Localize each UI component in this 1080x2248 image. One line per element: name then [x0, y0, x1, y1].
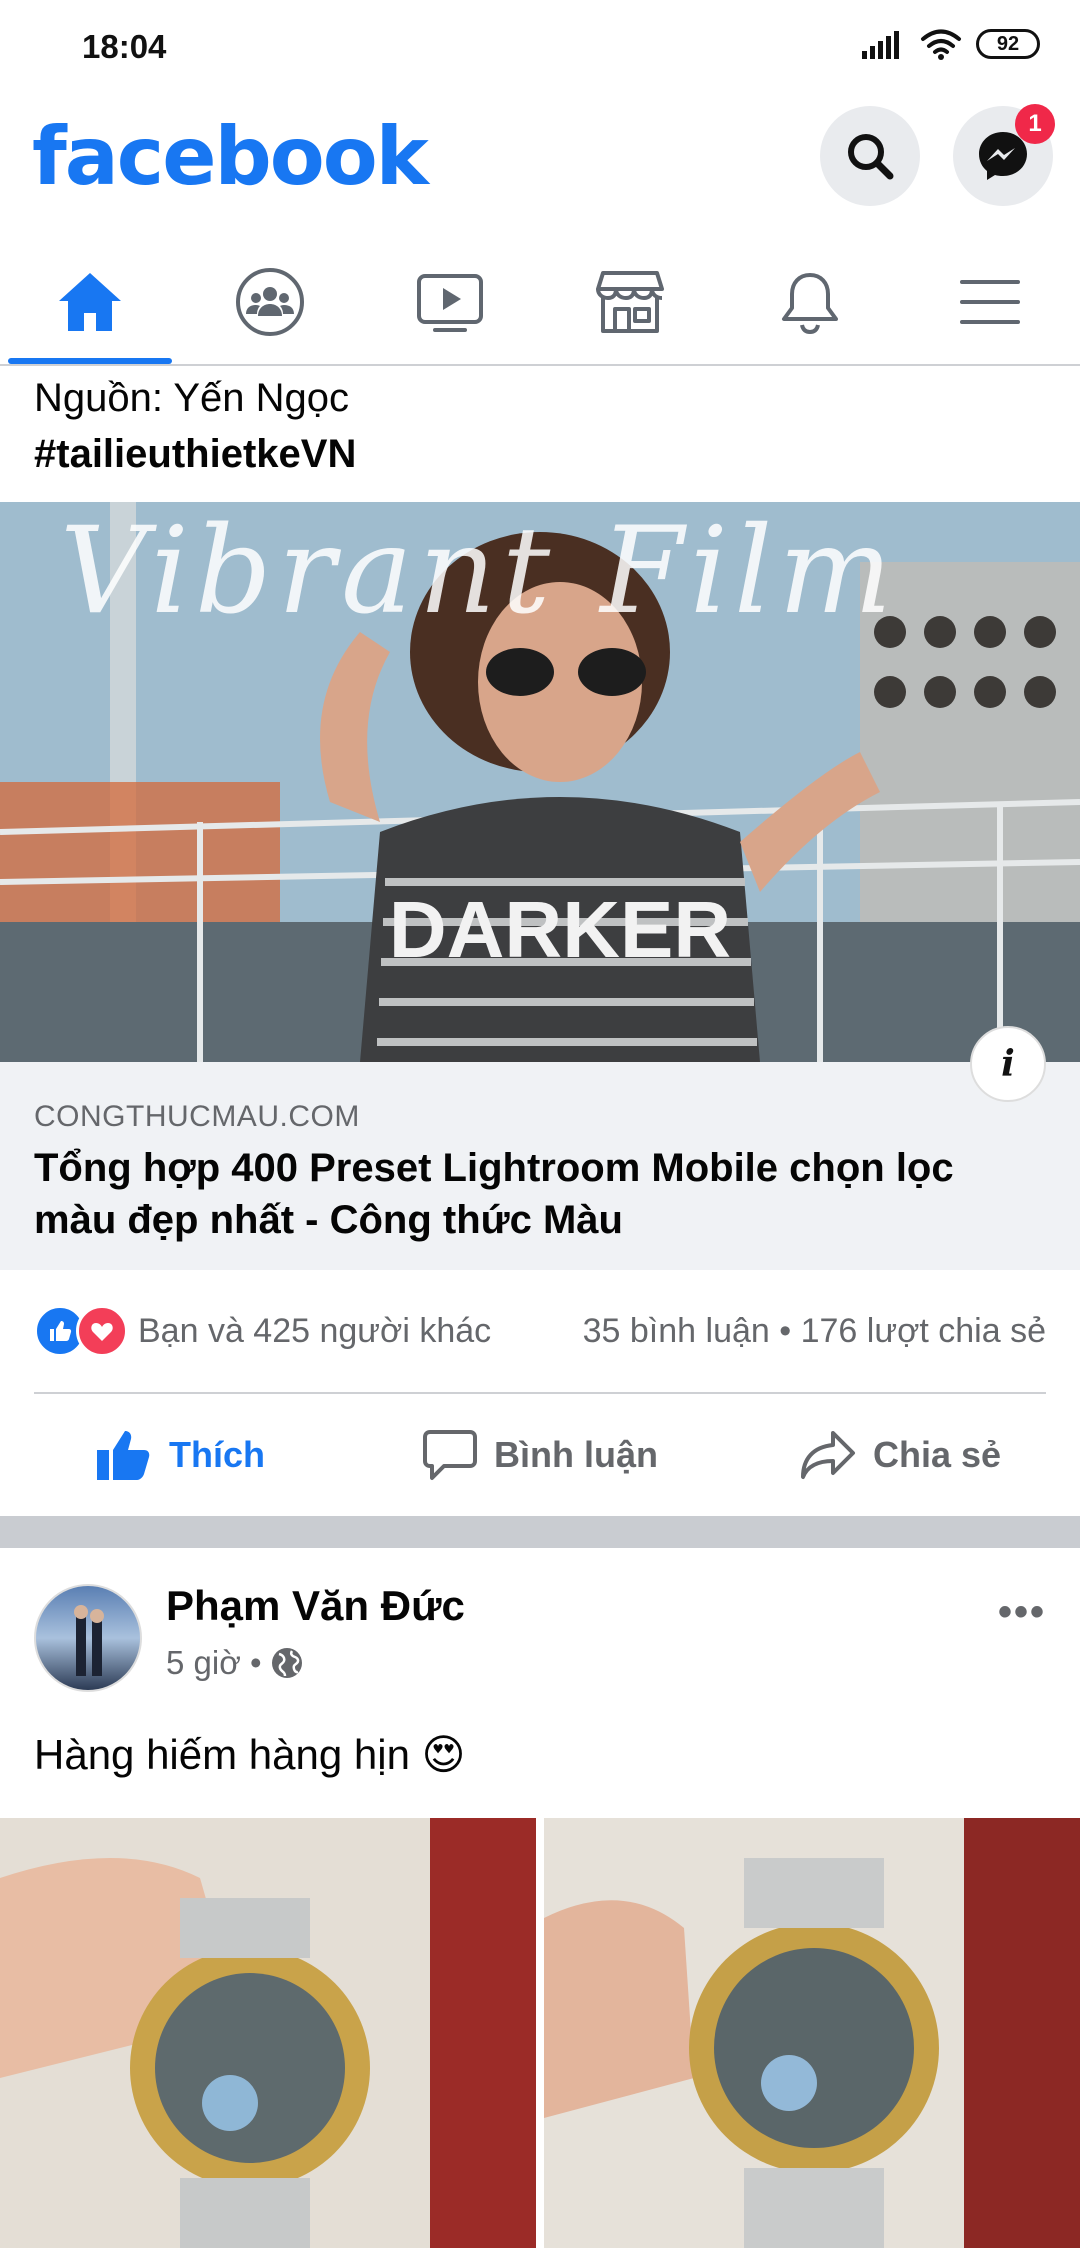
home-icon	[59, 273, 121, 331]
divider	[34, 1392, 1046, 1394]
status-icons: 92	[862, 28, 1040, 60]
post-photo[interactable]	[544, 1818, 1080, 2248]
signal-icon	[862, 31, 899, 59]
post-meta: 5 giờ •	[166, 1644, 304, 1682]
search-icon	[848, 134, 894, 180]
post-author-name[interactable]: Phạm Văn Đức	[166, 1582, 465, 1630]
comments-shares-count[interactable]: 35 bình luận • 176 lượt chia sẻ	[583, 1312, 1046, 1351]
battery-indicator: 92	[976, 29, 1040, 59]
status-bar: 18:04 92	[0, 0, 1080, 96]
image-word-overlay: DARKER	[389, 885, 731, 974]
post-source-line: Nguồn: Yến Ngọc	[34, 376, 350, 420]
link-title: Tổng hợp 400 Preset Lightroom Mobile chọ…	[34, 1146, 954, 1242]
share-label: Chia sẻ	[872, 1434, 1002, 1475]
globe-icon	[271, 1648, 302, 1678]
thumbs-up-icon	[97, 1431, 150, 1480]
reactions-count[interactable]: Bạn và 425 người khác	[138, 1312, 491, 1351]
wifi-icon	[921, 29, 961, 60]
comment-icon	[423, 1430, 477, 1480]
comment-button[interactable]: Bình luận	[360, 1400, 720, 1510]
share-icon	[800, 1431, 855, 1479]
more-options-icon[interactable]: •••	[998, 1590, 1046, 1635]
tab-home[interactable]	[0, 240, 180, 364]
like-label: Thích	[169, 1434, 265, 1475]
video-icon	[417, 274, 483, 332]
link-domain: CONGTHUCMAU.COM	[34, 1100, 360, 1133]
like-button[interactable]: Thích	[0, 1400, 360, 1510]
messenger-badge: 1	[1015, 104, 1055, 144]
groups-icon	[236, 268, 304, 336]
post-time[interactable]: 5 giờ •	[166, 1644, 262, 1682]
status-time: 18:04	[82, 28, 167, 65]
info-icon[interactable]: i	[970, 1026, 1046, 1102]
avatar[interactable]	[34, 1584, 142, 1692]
tab-notifications[interactable]	[720, 240, 900, 364]
tab-marketplace[interactable]	[540, 240, 720, 364]
love-reaction-icon	[76, 1305, 128, 1357]
messenger-button[interactable]: 1	[953, 104, 1055, 206]
menu-icon	[960, 280, 1020, 324]
share-button[interactable]: Chia sẻ	[720, 1400, 1080, 1510]
post-image[interactable]: Vibrant Film DARKER	[0, 502, 1080, 1062]
post-photos	[0, 1818, 1080, 2248]
post-actions: Thích Bình luận Chia sẻ	[0, 1400, 1080, 1510]
comment-label: Bình luận	[494, 1434, 658, 1475]
link-preview-card[interactable]: i CONGTHUCMAU.COM Tổng hợp 400 Preset Li…	[0, 1026, 1080, 1270]
nav-tabs	[0, 240, 1080, 366]
store-icon	[596, 271, 664, 333]
reaction-icons[interactable]	[34, 1305, 128, 1357]
tab-watch[interactable]	[360, 240, 540, 364]
post-photo[interactable]	[0, 1818, 536, 2248]
tab-groups[interactable]	[180, 240, 360, 364]
post-caption: Nguồn: Yến Ngọc #tailieuthietkeVN	[34, 370, 1044, 482]
hashtag-link[interactable]: #tailieuthietkeVN	[34, 426, 1044, 482]
feed-separator	[0, 1516, 1080, 1548]
app-header: facebook 1	[0, 96, 1080, 226]
post-text: Hàng hiếm hàng hịn 😍	[34, 1731, 466, 1778]
image-script-overlay: Vibrant Film	[60, 502, 898, 641]
post-image-art: Vibrant Film DARKER	[0, 502, 1080, 1062]
bell-icon	[782, 273, 838, 335]
search-button[interactable]	[820, 106, 920, 206]
tab-menu[interactable]	[900, 240, 1080, 364]
post-stats: Bạn và 425 người khác 35 bình luận • 176…	[34, 1296, 1046, 1366]
facebook-logo[interactable]: facebook	[32, 110, 429, 203]
